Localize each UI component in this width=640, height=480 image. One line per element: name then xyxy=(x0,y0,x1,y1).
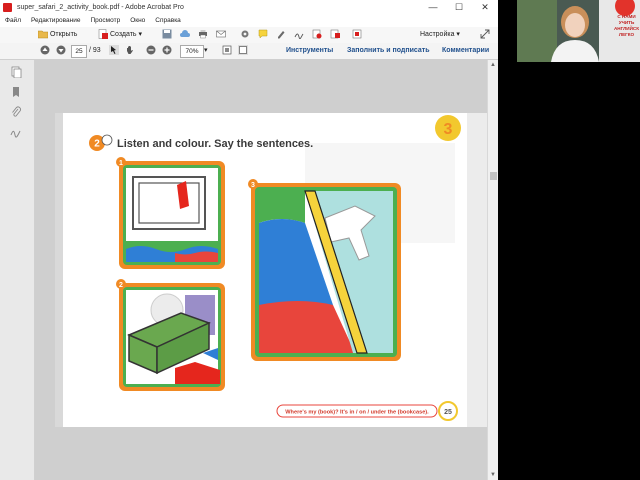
menu-file[interactable]: Файл xyxy=(0,15,26,27)
export-icon[interactable] xyxy=(330,29,340,41)
printed-page-number: 25 xyxy=(444,409,452,416)
share-icon[interactable] xyxy=(352,29,362,41)
title-bar: super_safari_2_activity_book.pdf - Adobe… xyxy=(0,0,498,15)
main-toolbar: Открыть Создать ▾ Настройка ▾ xyxy=(0,27,498,44)
document-view[interactable]: 2 Listen and colour. Say the sentences. … xyxy=(35,60,487,480)
scrollbar-thumb[interactable] xyxy=(490,172,497,180)
chevron-down-icon: ▾ xyxy=(138,31,143,38)
document-stamp-icon[interactable] xyxy=(312,29,322,41)
scene-2-number: 2 xyxy=(119,282,123,289)
total-pages: / 93 xyxy=(89,47,101,54)
select-tool-icon[interactable] xyxy=(109,45,119,57)
exercise-instruction: Listen and colour. Say the sentences. xyxy=(117,138,313,150)
activity-page-artwork: 2 Listen and colour. Say the sentences. … xyxy=(55,113,487,427)
gear-icon[interactable] xyxy=(240,29,250,41)
minimize-button[interactable]: — xyxy=(420,0,446,15)
pdf-page: 2 Listen and colour. Say the sentences. … xyxy=(55,113,487,427)
zoom-dropdown-chevron-icon[interactable]: ▾ xyxy=(204,45,208,57)
navigation-toolbar: 25 / 93 70% ▾ Инструменты Заполнить и по… xyxy=(0,43,498,60)
hand-tool-icon[interactable] xyxy=(125,45,135,57)
window-title: super_safari_2_activity_book.pdf - Adobe… xyxy=(17,4,184,11)
scene-2-toybox xyxy=(119,283,225,391)
sign-icon[interactable] xyxy=(294,29,304,41)
scene-3-number: 3 xyxy=(251,182,255,189)
previous-page-icon[interactable] xyxy=(40,45,50,57)
scroll-up-arrow-icon[interactable]: ▲ xyxy=(490,62,496,68)
fit-page-icon[interactable] xyxy=(222,45,232,57)
email-icon[interactable] xyxy=(216,29,226,41)
scene-1-bookcase xyxy=(119,161,225,269)
acrobat-app-icon xyxy=(3,3,12,12)
footer-sentence: Where's my (book)? It's in / on / under … xyxy=(285,410,429,416)
fit-width-icon[interactable] xyxy=(238,45,248,57)
customize-button[interactable]: Настройка ▾ xyxy=(420,29,460,41)
create-pdf-icon xyxy=(98,29,108,40)
expand-icon[interactable] xyxy=(480,29,490,41)
print-icon[interactable] xyxy=(198,29,208,41)
zoom-in-icon[interactable] xyxy=(162,45,172,57)
highlight-icon[interactable] xyxy=(276,29,286,41)
navigation-pane xyxy=(0,60,35,480)
exercise-number: 2 xyxy=(94,139,100,150)
open-button[interactable]: Открыть xyxy=(38,29,77,41)
signatures-icon[interactable] xyxy=(10,126,22,138)
vertical-scrollbar[interactable]: ▲ ▼ xyxy=(487,60,498,480)
page-number-input[interactable]: 25 xyxy=(71,45,87,58)
close-button[interactable]: ✕ xyxy=(472,0,498,15)
webcam-banner-text: С НАМИ УЧИТЬ АНГЛИЙСК ЛЕГКО xyxy=(613,14,640,37)
create-label: Создать xyxy=(109,31,137,38)
menu-view[interactable]: Просмотр xyxy=(86,15,126,27)
folder-icon xyxy=(38,30,48,39)
customize-label: Настройка xyxy=(420,31,455,38)
scroll-down-arrow-icon[interactable]: ▼ xyxy=(490,472,496,478)
audio-cd-icon xyxy=(101,134,113,146)
comments-panel-link[interactable]: Комментарии xyxy=(442,45,489,57)
cloud-upload-icon[interactable] xyxy=(180,29,190,41)
scene-3-pole xyxy=(251,183,401,361)
chevron-down-icon: ▾ xyxy=(456,31,460,38)
save-icon[interactable] xyxy=(162,29,172,41)
open-label: Открыть xyxy=(49,31,78,38)
menu-window[interactable]: Окно xyxy=(125,15,150,27)
zoom-out-icon[interactable] xyxy=(146,45,156,57)
tools-panel-link[interactable]: Инструменты xyxy=(286,45,333,57)
acrobat-window: super_safari_2_activity_book.pdf - Adobe… xyxy=(0,0,498,480)
maximize-button[interactable]: ☐ xyxy=(446,0,472,15)
menu-bar: Файл Редактирование Просмотр Окно Справк… xyxy=(0,15,498,27)
unit-number: 3 xyxy=(444,121,453,138)
attachment-icon[interactable] xyxy=(10,106,22,118)
create-button[interactable]: Создать ▾ xyxy=(98,29,142,41)
scene-1-number: 1 xyxy=(119,160,123,167)
menu-edit[interactable]: Редактирование xyxy=(26,15,86,27)
page-thumbnails-icon[interactable] xyxy=(10,66,22,78)
next-page-icon[interactable] xyxy=(56,45,66,57)
webcam-overlay: С НАМИ УЧИТЬ АНГЛИЙСК ЛЕГКО xyxy=(517,0,640,62)
zoom-level-input[interactable]: 70% xyxy=(180,45,204,58)
comment-icon[interactable] xyxy=(258,29,268,41)
menu-help[interactable]: Справка xyxy=(150,15,186,27)
fill-sign-panel-link[interactable]: Заполнить и подписать xyxy=(347,45,430,57)
bookmark-icon[interactable] xyxy=(10,86,22,98)
